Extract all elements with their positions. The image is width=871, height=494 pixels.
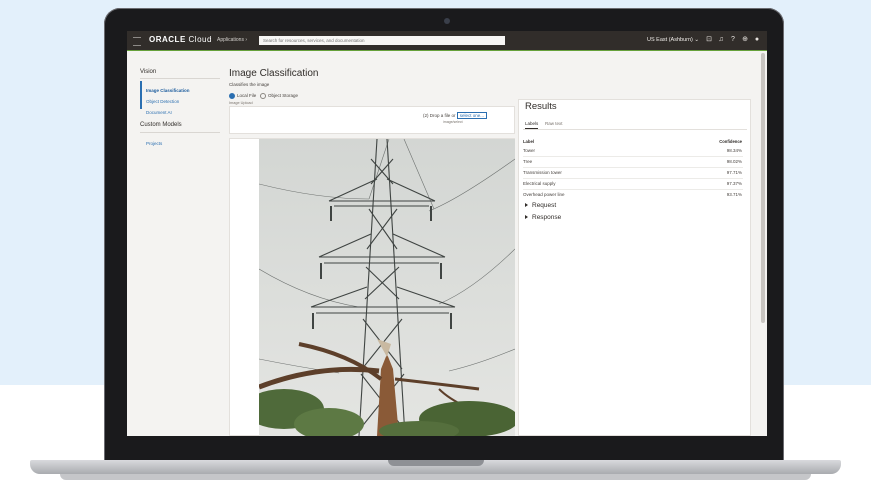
radio-local-file-label: Local File (237, 93, 257, 99)
column-header-confidence: Confidence (719, 139, 742, 144)
sidebar-divider (140, 132, 220, 133)
table-row-confidence: 97.71% (726, 170, 742, 175)
caret-right-icon (525, 203, 528, 208)
page-subtitle: Classifies the image (229, 82, 270, 87)
tab-raw-text[interactable]: Raw text (545, 121, 563, 126)
row-divider (523, 189, 743, 190)
column-header-label: Label (523, 139, 534, 144)
globe-icon[interactable]: ⊕ (741, 36, 749, 44)
caret-right-icon (525, 215, 528, 220)
row-divider (523, 156, 743, 157)
tab-labels[interactable]: Labels (525, 121, 539, 129)
search-input[interactable] (259, 36, 505, 45)
radio-local-file[interactable] (229, 93, 235, 99)
select-file-link[interactable]: select one... (456, 112, 488, 119)
row-divider (523, 178, 743, 179)
region-selector[interactable]: US East (Ashburn) ⌄ (647, 37, 699, 43)
user-icon[interactable]: ● (753, 36, 761, 44)
request-label: Request (532, 202, 557, 209)
response-label: Response (532, 214, 562, 221)
table-row-label: Overhead power line (523, 192, 565, 197)
results-title: Results (525, 101, 557, 112)
source-radio-group: Local File Object Storage (229, 93, 298, 99)
sidebar-item-projects[interactable]: Projects (146, 141, 162, 146)
file-dropzone[interactable] (229, 106, 515, 134)
tabs-divider (523, 129, 747, 130)
request-expander[interactable]: Request (525, 202, 556, 209)
screen: ORACLE Cloud Applications › US East (Ash… (127, 31, 767, 436)
dropzone-prompt: (2) Drop a file or (423, 113, 456, 118)
page-scrollbar[interactable] (761, 53, 765, 323)
sidebar-divider (140, 78, 220, 79)
radio-object-storage-label: Object Storage (268, 93, 299, 99)
row-divider (523, 167, 743, 168)
table-row-confidence: 98.02% (726, 159, 742, 164)
code-editor-icon[interactable]: ⊡ (705, 36, 713, 44)
sidebar-title-custom-models: Custom Models (140, 122, 182, 128)
radio-object-storage[interactable] (260, 93, 267, 99)
applications-menu[interactable]: Applications › (217, 37, 247, 43)
laptop-notch (388, 460, 484, 466)
topbar-accent (127, 50, 767, 51)
camera-icon (444, 18, 450, 24)
sidebar-item-image-classification[interactable]: Image Classification (146, 88, 190, 93)
top-bar: ORACLE Cloud Applications › US East (Ash… (127, 31, 767, 50)
table-row-label: Tower (523, 148, 536, 153)
image-upload-label: Image Upload (229, 101, 253, 105)
uploaded-image-transmission-tower (259, 139, 515, 436)
table-row-label: Electrical supply (523, 181, 556, 186)
bell-icon[interactable]: ♫ (717, 36, 725, 44)
table-row-confidence: 97.37% (726, 181, 742, 186)
sidebar-title-vision: Vision (140, 69, 157, 75)
table-row-label: Tree (523, 159, 533, 164)
response-expander[interactable]: Response (525, 214, 561, 221)
page-title: Image Classification (229, 68, 319, 79)
dropzone-text: (2) Drop a file or select one... (423, 112, 488, 119)
table-row-confidence: 98.34% (726, 148, 742, 153)
sidebar-item-object-detection[interactable]: Object Detection (146, 99, 179, 104)
dropzone-subtext: image/select (443, 120, 463, 124)
help-icon[interactable]: ? (729, 36, 737, 44)
menu-icon[interactable] (133, 37, 141, 46)
table-row-confidence: 93.71% (726, 192, 742, 197)
sidebar-active-bar (140, 81, 142, 109)
laptop-shadow (60, 474, 811, 480)
table-row-label: Transmission tower (523, 170, 562, 175)
sidebar-item-document-ai[interactable]: Document AI (146, 110, 172, 115)
oracle-cloud-logo[interactable]: ORACLE Cloud (149, 35, 212, 44)
